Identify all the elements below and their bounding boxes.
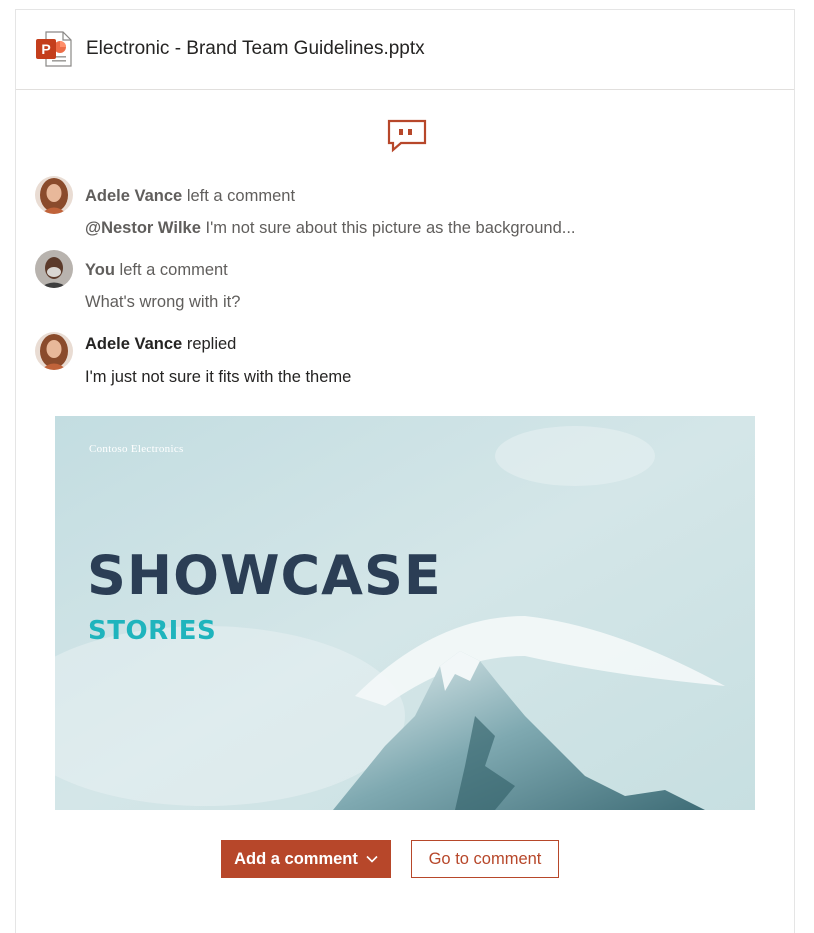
mention[interactable]: @Nestor Wilke [85, 219, 201, 237]
comment-header: Adele Vance replied [85, 335, 236, 354]
slide-background [55, 416, 755, 810]
slide-title: SHOWCASE [87, 544, 442, 607]
add-comment-button[interactable]: Add a comment [221, 840, 391, 878]
comment-bubble-icon [387, 119, 427, 153]
avatar-image [35, 176, 73, 214]
slide-subtitle: STORIES [88, 616, 217, 646]
comment-header: Adele Vance left a comment [85, 187, 295, 206]
comment-body: What's wrong with it? [85, 293, 241, 311]
comment-action: left a comment [186, 187, 296, 205]
slide-preview[interactable]: Contoso Electronics SHOWCASE STORIES [55, 416, 755, 810]
file-name[interactable]: Electronic - Brand Team Guidelines.pptx [86, 38, 425, 60]
comment-body: I'm just not sure it fits with the theme [85, 368, 352, 386]
comment-header: You left a comment [85, 261, 228, 280]
avatar-image [35, 332, 73, 370]
comment-author[interactable]: You [85, 261, 115, 279]
comment-author[interactable]: Adele Vance [85, 187, 182, 205]
comment-body: I'm not sure about this picture as the b… [205, 219, 576, 237]
card-header: P Electronic - Brand Team Guidelines.ppt… [16, 10, 794, 90]
powerpoint-icon-letter: P [41, 41, 50, 57]
comment-text: What's wrong with it? [85, 293, 240, 312]
comment-action: replied [186, 335, 237, 353]
powerpoint-icon[interactable]: P [34, 29, 74, 69]
comment-text: @Nestor Wilke I'm not sure about this pi… [85, 219, 576, 238]
go-to-comment-button[interactable]: Go to comment [411, 840, 559, 878]
chevron-down-icon [366, 855, 378, 863]
slide-brand: Contoso Electronics [89, 443, 184, 455]
comment-action: left a comment [119, 261, 228, 279]
avatar [35, 250, 73, 288]
avatar [35, 332, 73, 370]
avatar [35, 176, 73, 214]
avatar-image [35, 250, 73, 288]
activity-card: P Electronic - Brand Team Guidelines.ppt… [15, 9, 795, 933]
comment-author[interactable]: Adele Vance [85, 335, 182, 353]
comment-text: I'm just not sure it fits with the theme [85, 368, 351, 387]
add-comment-label: Add a comment [234, 849, 358, 868]
